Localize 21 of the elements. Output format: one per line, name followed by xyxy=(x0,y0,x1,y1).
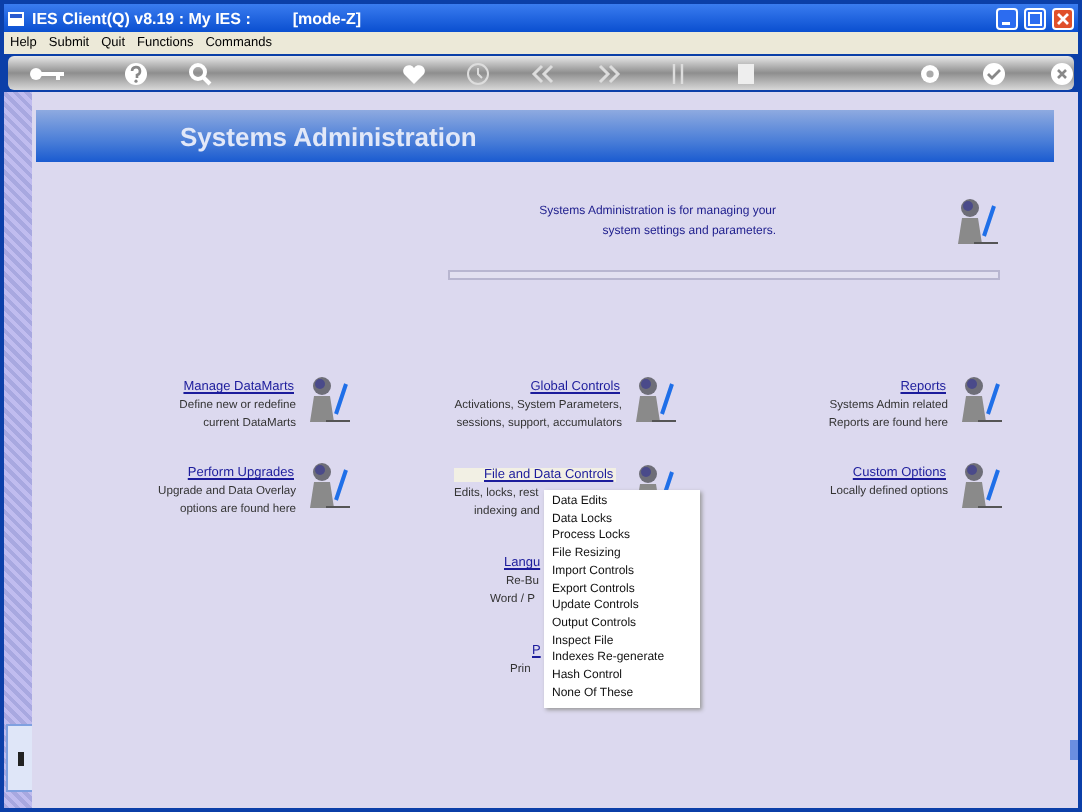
app-icon xyxy=(8,9,26,27)
double-left-icon[interactable] xyxy=(530,61,554,85)
close-icon[interactable] xyxy=(1050,61,1074,85)
clock-icon[interactable] xyxy=(466,61,490,85)
maximize-icon xyxy=(1028,11,1042,25)
mode-label: [mode-Z] xyxy=(292,9,362,27)
close-button[interactable] xyxy=(1052,7,1074,29)
maximize-button[interactable] xyxy=(1024,7,1046,29)
heart-icon[interactable] xyxy=(402,61,426,85)
handle-icon xyxy=(15,749,25,767)
help-icon[interactable] xyxy=(124,61,148,85)
search-icon[interactable] xyxy=(188,61,212,85)
minimize-button[interactable] xyxy=(996,7,1018,29)
side-tab[interactable] xyxy=(6,724,34,792)
double-right-icon[interactable] xyxy=(598,61,622,85)
document-icon[interactable] xyxy=(734,61,758,85)
close-icon xyxy=(1056,11,1070,25)
window-title: IES Client(Q) v8.19 : My IES : xyxy=(32,9,251,27)
check-icon[interactable] xyxy=(982,61,1006,85)
page-title: Systems Administration xyxy=(180,121,477,151)
person-writing-icon xyxy=(956,198,1000,246)
